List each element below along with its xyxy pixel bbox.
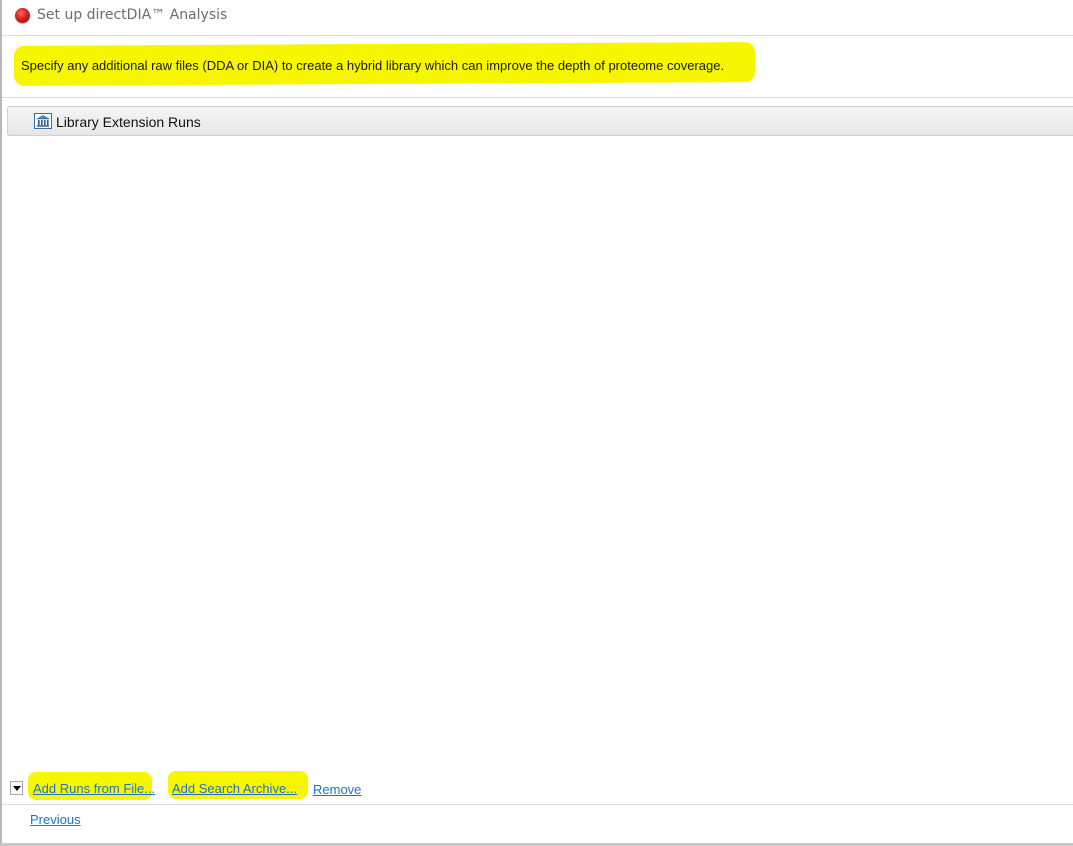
footer-divider [2,804,1073,805]
add-search-archive-link[interactable]: Add Search Archive... [172,781,297,796]
description-text: Specify any additional raw files (DDA or… [21,58,725,73]
chevron-down-icon[interactable] [10,781,23,795]
add-runs-from-file-link[interactable]: Add Runs from File... [33,781,155,796]
title-bar[interactable]: Set up directDIA™ Analysis [2,0,1073,34]
title-divider [2,35,1073,36]
window-left-border [0,0,2,846]
setup-dialog-window: Set up directDIA™ Analysis Specify any a… [0,0,1073,846]
window-title: Set up directDIA™ Analysis [37,7,228,23]
app-icon [15,8,30,23]
remove-link[interactable]: Remove [313,782,361,797]
library-extension-runs-header[interactable]: Library Extension Runs [7,106,1073,136]
section-label: Library Extension Runs [56,114,201,130]
description-divider [2,97,1073,98]
previous-link[interactable]: Previous [30,812,81,827]
library-icon [34,113,52,129]
